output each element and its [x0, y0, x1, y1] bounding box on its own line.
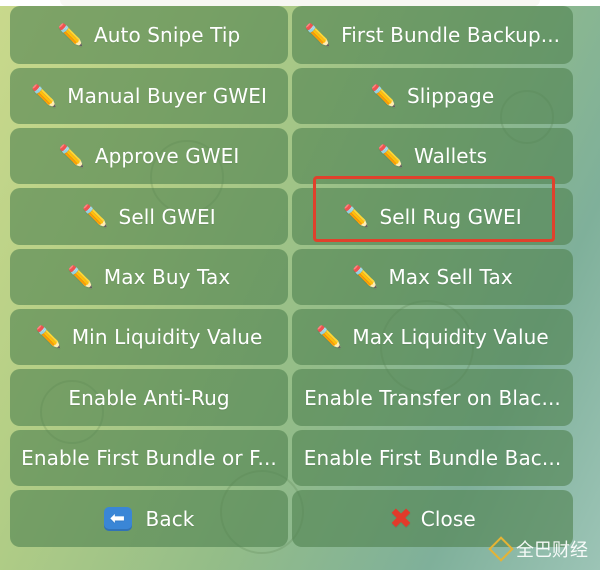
button-label: Enable Anti-Rug	[68, 385, 230, 410]
button-label: Approve GWEI	[94, 144, 240, 168]
button-label: First Bundle Backup...	[341, 23, 561, 47]
button-label: Auto Snipe Tip	[93, 23, 241, 47]
button-label: Back	[145, 506, 195, 531]
button-label: Max Liquidity Value	[352, 325, 549, 349]
back-button[interactable]: ⬅ Back	[10, 490, 288, 547]
button-label: Close	[420, 506, 476, 531]
button-label: Wallets	[414, 144, 488, 168]
approve-gwei-button[interactable]: ✏️ Approve GWEI	[10, 128, 288, 184]
pencil-icon: ✏️	[370, 83, 397, 108]
enable-first-bundle-backup-button[interactable]: Enable First Bundle Bac...	[292, 430, 573, 486]
button-label: Max Buy Tax	[103, 265, 231, 289]
pencil-icon: ✏️	[82, 204, 109, 228]
pencil-icon: ✏️	[57, 22, 84, 47]
back-arrow-icon: ⬅	[103, 506, 132, 531]
pencil-icon: ✏️	[377, 143, 405, 168]
pencil-icon: ✏️	[31, 83, 58, 108]
watermark-logo-icon	[488, 536, 514, 562]
button-label: Enable First Bundle Bac...	[303, 446, 562, 470]
button-label: Enable Transfer on Blac...	[304, 385, 561, 410]
watermark: 全巴财经	[488, 536, 588, 562]
auto-snipe-tip-button[interactable]: ✏️ Auto Snipe Tip	[10, 6, 288, 64]
pencil-icon: ✏️	[67, 264, 94, 289]
pencil-icon: ✏️	[35, 324, 62, 349]
button-label: Enable First Bundle or F...	[21, 446, 277, 470]
sell-gwei-button[interactable]: ✏️ Sell GWEI	[10, 188, 288, 245]
enable-transfer-on-blacklist-button[interactable]: Enable Transfer on Blac...	[292, 369, 573, 426]
max-buy-tax-button[interactable]: ✏️ Max Buy Tax	[10, 249, 288, 305]
button-label: Min Liquidity Value	[71, 325, 263, 349]
button-label: Manual Buyer GWEI	[67, 84, 267, 108]
slippage-button[interactable]: ✏️ Slippage	[292, 68, 573, 124]
highlight-box	[313, 176, 555, 242]
pencil-icon: ✏️	[316, 324, 343, 349]
watermark-text: 全巴财经	[516, 540, 588, 561]
enable-first-bundle-or-fail-button[interactable]: Enable First Bundle or F...	[10, 430, 288, 486]
manual-buyer-gwei-button[interactable]: ✏️ Manual Buyer GWEI	[10, 68, 288, 124]
pencil-icon: ✏️	[352, 264, 379, 289]
button-label: Max Sell Tax	[388, 265, 513, 289]
pencil-icon: ✏️	[58, 143, 85, 168]
max-liquidity-value-button[interactable]: ✏️ Max Liquidity Value	[292, 309, 573, 365]
pencil-icon: ✏️	[304, 22, 332, 47]
button-label: Sell GWEI	[118, 204, 216, 229]
max-sell-tax-button[interactable]: ✏️ Max Sell Tax	[292, 249, 573, 305]
button-label: Slippage	[406, 84, 495, 108]
first-bundle-backup-button[interactable]: ✏️ First Bundle Backup...	[292, 6, 573, 64]
enable-anti-rug-button[interactable]: Enable Anti-Rug	[10, 369, 288, 426]
min-liquidity-value-button[interactable]: ✏️ Min Liquidity Value	[10, 309, 288, 365]
close-x-icon: ✖	[389, 501, 413, 535]
